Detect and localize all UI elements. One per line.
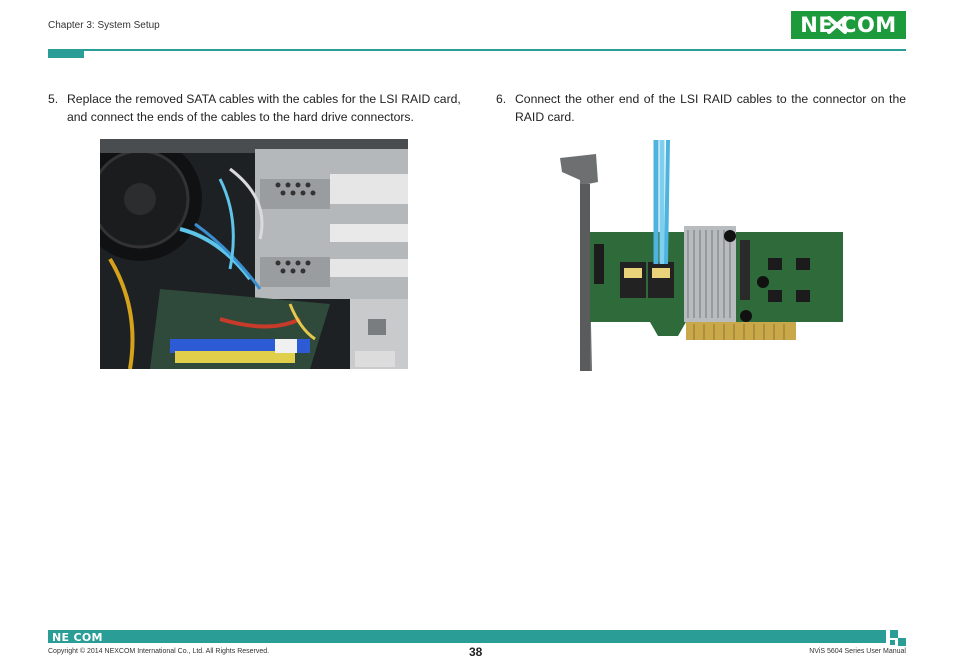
header-rule bbox=[84, 49, 906, 51]
chassis-interior-photo bbox=[100, 139, 408, 369]
logo-x-mark bbox=[827, 16, 847, 34]
footer-logo: NE COM bbox=[52, 631, 103, 644]
footer-square bbox=[890, 630, 898, 638]
copyright-text: Copyright © 2014 NEXCOM International Co… bbox=[48, 648, 270, 655]
logo-text: NE COM bbox=[800, 13, 897, 37]
raid-card-photo bbox=[558, 140, 843, 371]
step-number: 5. bbox=[48, 92, 59, 106]
step-text: Connect the other end of the LSI RAID ca… bbox=[515, 92, 906, 124]
footer-bar bbox=[48, 630, 886, 643]
page-number: 38 bbox=[469, 645, 483, 659]
step-number: 6. bbox=[496, 92, 507, 106]
manual-title: NViS 5604 Series User Manual bbox=[809, 648, 906, 655]
header-accent-block bbox=[48, 49, 84, 58]
chapter-title: Chapter 3: System Setup bbox=[48, 20, 160, 31]
footer-square bbox=[890, 640, 895, 645]
step-text: Replace the removed SATA cables with the… bbox=[67, 92, 461, 124]
footer-square bbox=[898, 638, 906, 646]
nexcom-logo: NE COM bbox=[791, 11, 906, 39]
